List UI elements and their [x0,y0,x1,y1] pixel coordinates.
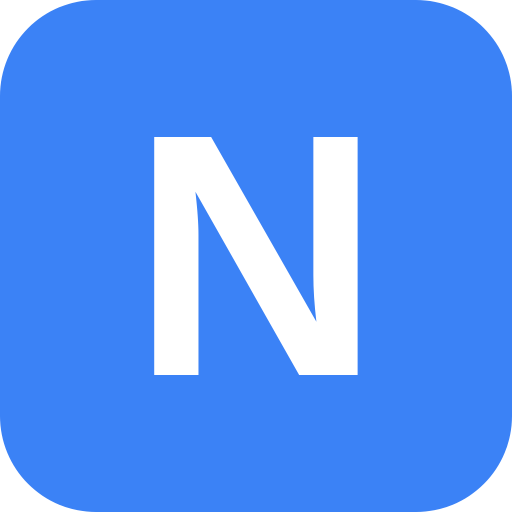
app-icon: N [0,0,512,512]
app-icon-letter: N [131,63,381,449]
